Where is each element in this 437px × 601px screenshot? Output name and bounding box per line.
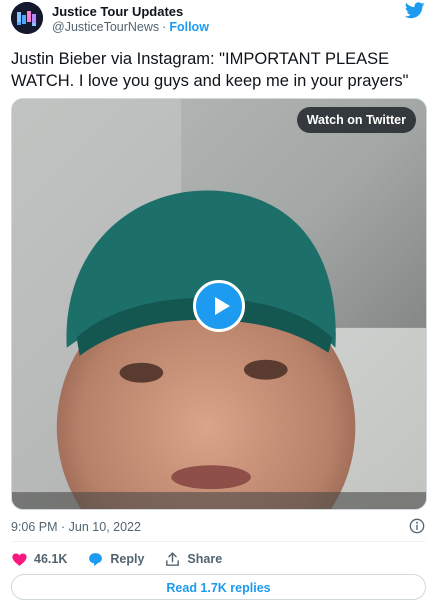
action-bar: 46.1K Reply Share [11, 549, 242, 569]
reply-label: Reply [110, 552, 145, 566]
video-player[interactable]: Watch on Twitter [11, 98, 427, 510]
tweet-embed-card: Justice Tour Updates @JusticeTourNews · Fo… [0, 0, 437, 600]
play-icon [215, 297, 230, 315]
heart-icon [12, 552, 27, 566]
read-replies-button[interactable]: Read 1.7K replies [11, 574, 426, 600]
share-icon [166, 551, 180, 566]
reply-bubble-icon [89, 552, 103, 566]
info-icon[interactable] [409, 518, 425, 534]
share-button[interactable]: Share [164, 551, 222, 568]
play-button[interactable] [193, 280, 245, 332]
watch-on-twitter-button[interactable]: Watch on Twitter [296, 107, 416, 133]
handle[interactable]: @JusticeTourNews [52, 20, 159, 34]
separator-dot: · [162, 20, 167, 34]
like-button[interactable]: 46.1K [11, 551, 67, 568]
tweet-text: Justin Bieber via Instagram: "IMPORTANT … [11, 50, 409, 90]
reply-button[interactable]: Reply [87, 551, 144, 568]
display-name[interactable]: Justice Tour Updates [52, 4, 183, 19]
follow-link[interactable]: Follow [169, 20, 209, 34]
justice-tour-logo-icon [11, 2, 43, 34]
share-label: Share [187, 552, 223, 566]
tweet-timestamp[interactable]: 9:06 PM · Jun 10, 2022 [11, 520, 141, 534]
divider [11, 541, 426, 542]
like-count: 46.1K [34, 552, 68, 566]
avatar[interactable] [11, 2, 43, 34]
handle-row: @JusticeTourNews · Follow [52, 20, 209, 34]
twitter-bird-icon[interactable] [405, 2, 425, 19]
